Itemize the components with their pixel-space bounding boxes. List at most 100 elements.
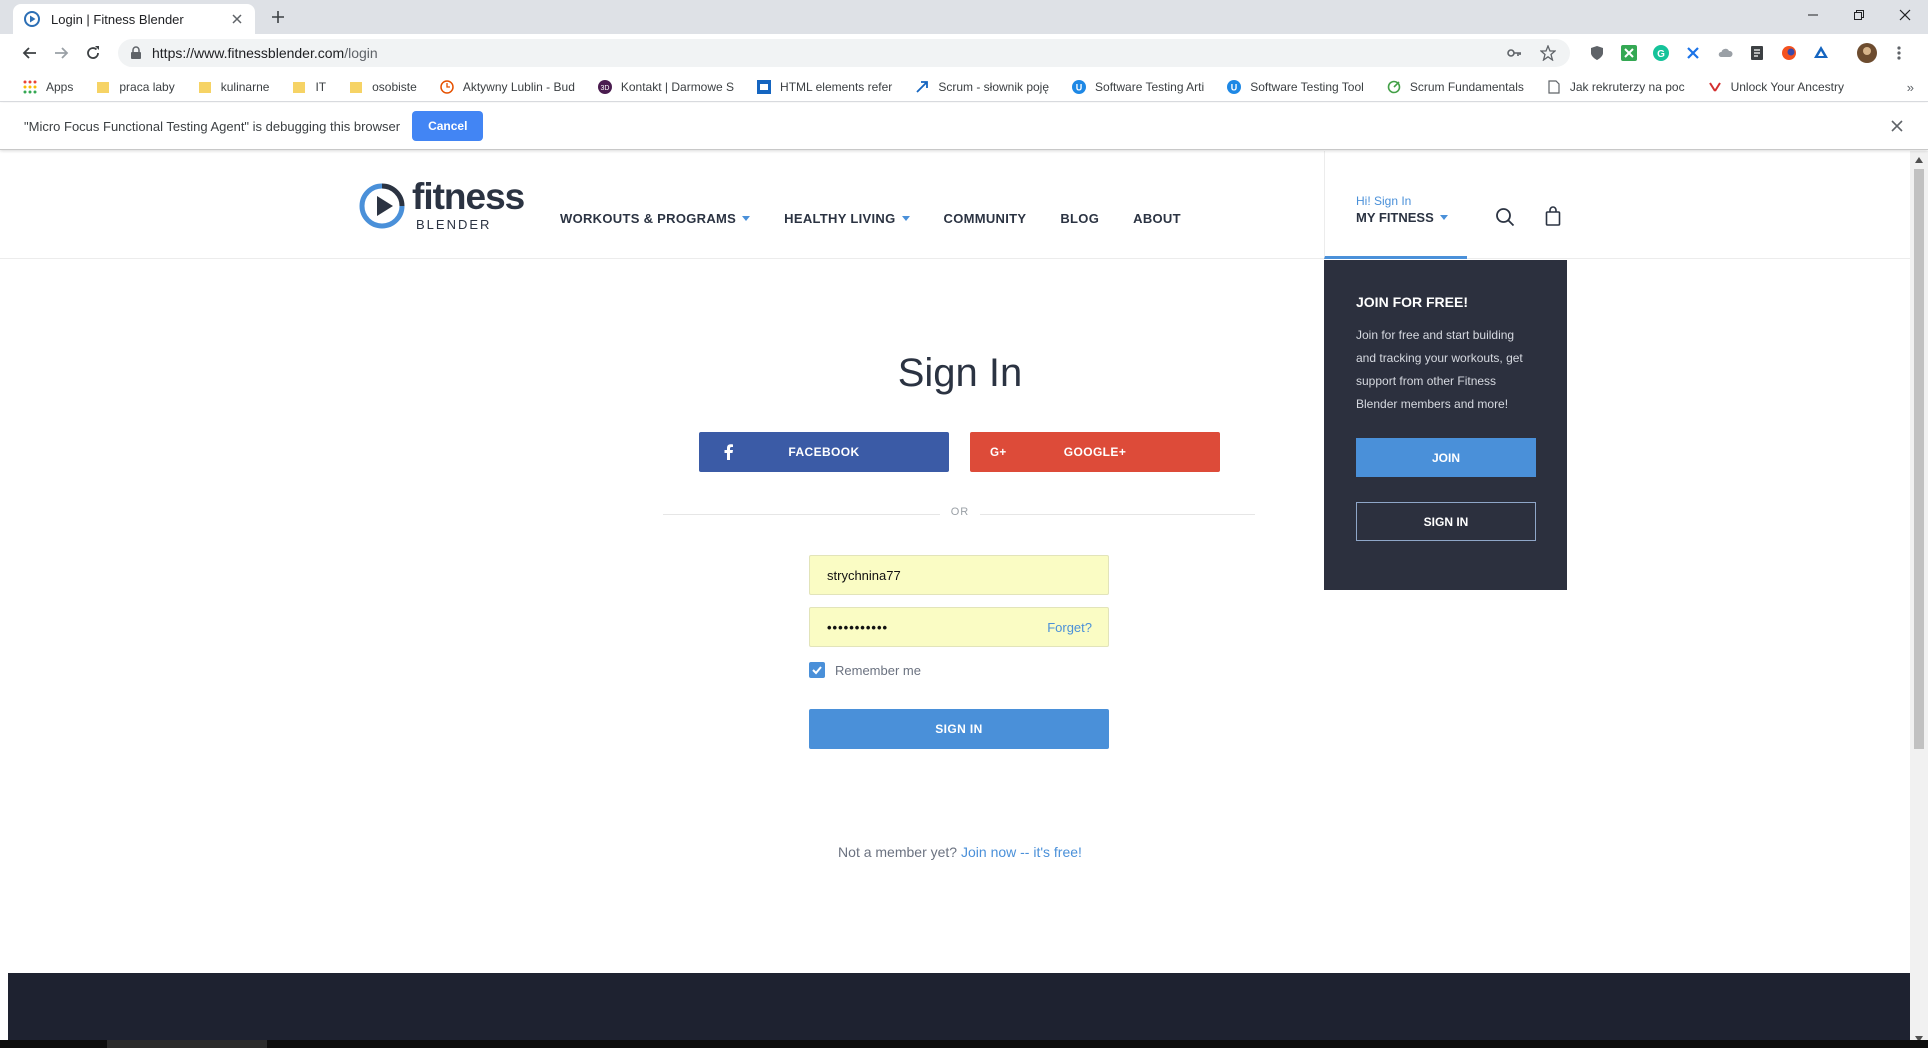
bookmark-label: Jak rekruterzy na poc <box>1569 79 1685 94</box>
or-divider-label: OR <box>940 506 980 518</box>
sign-in-button[interactable]: SIGN IN <box>809 709 1109 749</box>
browser-tab[interactable]: Login | Fitness Blender <box>13 4 255 34</box>
tab-strip: Login | Fitness Blender <box>0 0 1928 34</box>
taskbar-app[interactable] <box>107 1040 267 1048</box>
window-controls <box>1790 0 1928 30</box>
address-bar[interactable]: https://www.fitnessblender.com/login <box>118 39 1570 67</box>
fitness-blender-logo-icon <box>359 183 405 228</box>
member-prompt: Not a member yet? Join now -- it's free! <box>0 844 1910 860</box>
color-extension-icon[interactable] <box>1778 42 1800 64</box>
bookmark-label: osobiste <box>372 79 417 94</box>
page-title: Sign In <box>897 351 1023 395</box>
reload-icon[interactable] <box>83 43 103 63</box>
scrum-site-icon <box>914 79 930 95</box>
remember-me-checkbox[interactable] <box>809 662 825 678</box>
back-arrow-icon[interactable] <box>20 43 40 63</box>
url-path: /login <box>344 45 378 61</box>
drive-extension-icon[interactable] <box>1810 42 1832 64</box>
bookmark-folder-praca-laby[interactable]: praca laby <box>95 79 175 95</box>
google-plus-icon: G+ <box>990 446 1006 459</box>
nav-label: ABOUT <box>1133 211 1181 226</box>
nav-about[interactable]: ABOUT <box>1133 211 1181 226</box>
browser-toolbar: https://www.fitnessblender.com/login G <box>0 34 1928 72</box>
nav-label: HEALTHY LIVING <box>784 211 896 226</box>
lock-icon <box>131 46 141 59</box>
close-infobar-icon[interactable] <box>1890 119 1904 133</box>
bookmark-star-icon[interactable] <box>1540 45 1556 61</box>
bookmarks-overflow-chevron-icon[interactable]: » <box>1907 80 1914 95</box>
join-dropdown-panel: JOIN FOR FREE! Join for free and start b… <box>1324 260 1567 590</box>
nav-workouts-programs[interactable]: WORKOUTS & PROGRAMS <box>560 211 751 226</box>
minimize-button[interactable] <box>1790 0 1836 30</box>
nav-label: BLOG <box>1060 211 1100 226</box>
forward-arrow-icon[interactable] <box>51 43 71 63</box>
bookmark-software-testing-articles[interactable]: U Software Testing Arti <box>1071 79 1204 95</box>
search-icon[interactable] <box>1495 207 1515 227</box>
bookmark-folder-kulinarne[interactable]: kulinarne <box>197 79 269 95</box>
username-field[interactable]: strychnina77 <box>809 555 1109 595</box>
grammarly-extension-icon[interactable]: G <box>1650 42 1672 64</box>
notes-extension-icon[interactable] <box>1746 42 1768 64</box>
bookmarks-bar: Apps praca laby kulinarne IT osobiste Ak… <box>0 72 1928 102</box>
profile-avatar[interactable] <box>1856 42 1878 64</box>
svg-text:U: U <box>1231 82 1238 92</box>
nav-community[interactable]: COMMUNITY <box>944 211 1027 226</box>
page-scrollbar[interactable] <box>1910 151 1928 1048</box>
key-icon[interactable] <box>1506 45 1522 61</box>
cloud-extension-icon[interactable] <box>1714 42 1736 64</box>
bookmark-software-testing-tools[interactable]: U Software Testing Tool <box>1226 79 1364 95</box>
bookmark-label: Software Testing Tool <box>1250 79 1364 94</box>
bookmark-label: Apps <box>46 79 74 94</box>
close-tab-icon[interactable] <box>229 11 245 27</box>
google-plus-login-button[interactable]: G+ GOOGLE+ <box>970 432 1220 472</box>
bookmark-unlock-ancestry[interactable]: Unlock Your Ancestry <box>1707 79 1844 95</box>
my-fitness-menu[interactable]: Hi! Sign In MY FITNESS <box>1324 151 1467 259</box>
new-tab-icon[interactable] <box>269 8 287 26</box>
forgot-password-link[interactable]: Forget? <box>1047 620 1092 635</box>
bookmark-label: praca laby <box>119 79 175 94</box>
nav-blog[interactable]: BLOG <box>1060 211 1099 226</box>
bookmark-apps[interactable]: Apps <box>22 79 73 95</box>
browser-menu-icon[interactable] <box>1888 42 1910 64</box>
shopping-bag-icon[interactable] <box>1544 206 1562 226</box>
close-window-button[interactable] <box>1882 0 1928 30</box>
debugging-infobar: "Micro Focus Functional Testing Agent" i… <box>0 103 1928 150</box>
bookmark-scrum-slownik[interactable]: Scrum - słownik poję <box>914 79 1049 95</box>
shield-extension-icon[interactable] <box>1586 42 1608 64</box>
minimize-icon <box>1808 14 1818 16</box>
debugging-message: "Micro Focus Functional Testing Agent" i… <box>24 118 401 134</box>
username-value: strychnina77 <box>827 567 901 583</box>
bookmark-html-elements[interactable]: HTML elements refer <box>756 79 892 95</box>
nav-healthy-living[interactable]: HEALTHY LIVING <box>784 211 910 226</box>
facebook-login-button[interactable]: FACEBOOK <box>699 432 949 472</box>
folder-icon <box>197 79 213 95</box>
logo-subtitle: BLENDER <box>416 217 492 232</box>
extension-icons: G <box>1586 42 1910 64</box>
bookmark-scrum-fundamentals[interactable]: Scrum Fundamentals <box>1386 79 1524 95</box>
fitness-blender-logo[interactable]: fitness BLENDER <box>358 178 525 232</box>
sheets-extension-icon[interactable] <box>1618 42 1640 64</box>
site-footer <box>8 973 1910 1048</box>
panel-sign-in-button[interactable]: SIGN IN <box>1356 502 1536 541</box>
bookmark-kontakt[interactable]: 3D Kontakt | Darmowe S <box>597 79 734 95</box>
bookmark-aktywny-lublin[interactable]: Aktywny Lublin - Bud <box>439 79 575 95</box>
bookmark-jak-rekruterzy[interactable]: Jak rekruterzy na poc <box>1546 79 1685 95</box>
scroll-up-arrow-icon[interactable] <box>1914 155 1924 165</box>
close-window-icon <box>1899 9 1911 21</box>
scrollbar-thumb[interactable] <box>1914 169 1924 749</box>
tool-extension-icon[interactable] <box>1682 42 1704 64</box>
bookmark-folder-osobiste[interactable]: osobiste <box>348 79 417 95</box>
fitness-blender-favicon-icon <box>24 11 40 27</box>
cancel-debugging-button[interactable]: Cancel <box>412 111 484 141</box>
svg-text:G: G <box>1657 49 1665 60</box>
join-button[interactable]: JOIN <box>1356 438 1536 477</box>
page-icon <box>1546 79 1562 95</box>
bookmark-label: Software Testing Arti <box>1095 79 1205 94</box>
password-field[interactable]: ••••••••••• Forget? <box>809 607 1109 647</box>
bookmark-folder-it[interactable]: IT <box>291 79 326 95</box>
scrum-fundamentals-site-icon <box>1386 79 1402 95</box>
join-now-link[interactable]: Join now -- it's free! <box>961 844 1082 860</box>
restore-button[interactable] <box>1836 0 1882 30</box>
svg-text:3D: 3D <box>600 85 609 92</box>
remember-me-label[interactable]: Remember me <box>835 663 921 678</box>
